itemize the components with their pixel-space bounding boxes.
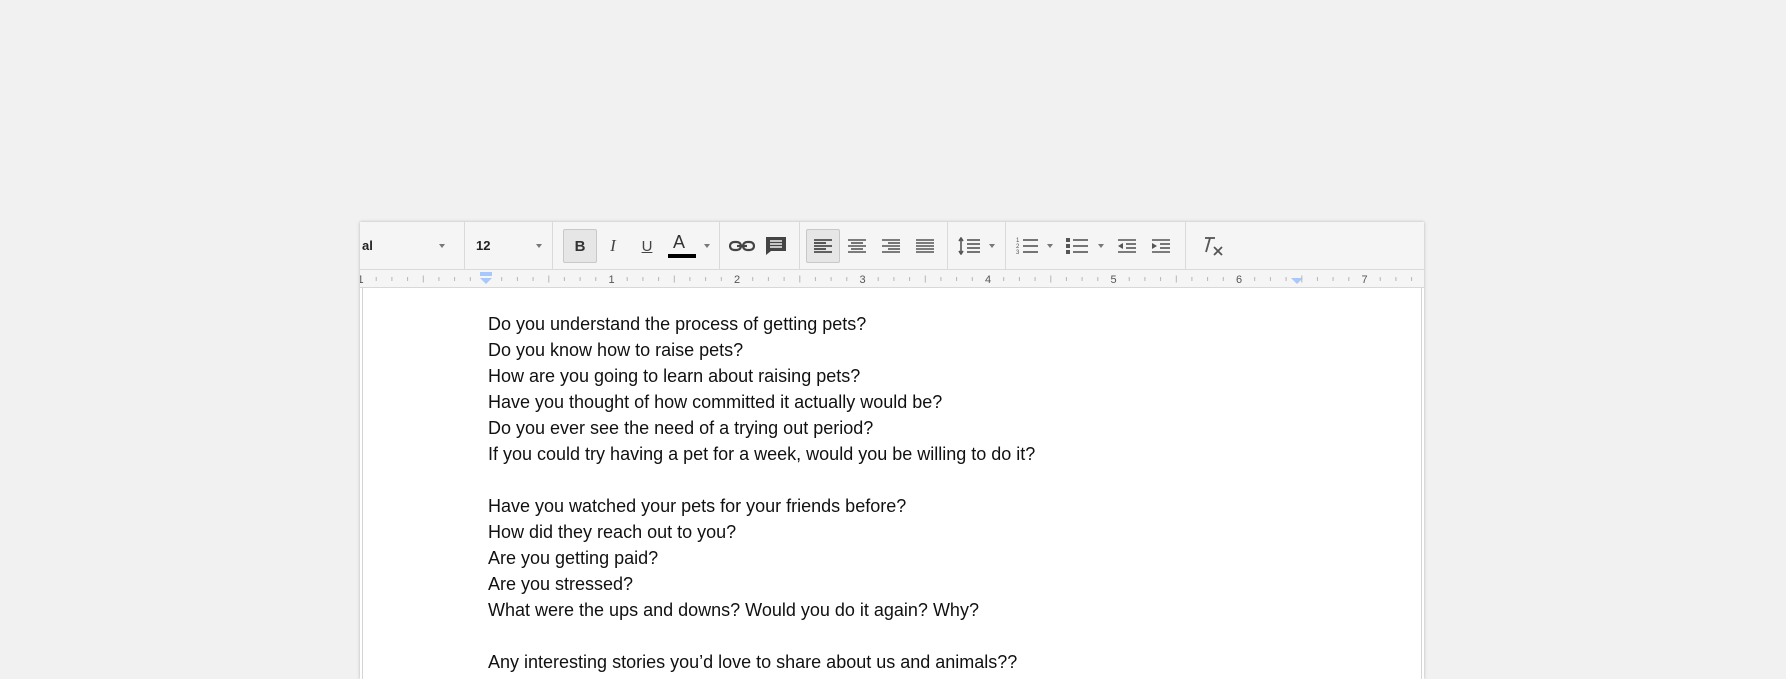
- decrease-indent-button[interactable]: [1110, 229, 1144, 263]
- bulleted-list-button[interactable]: [1060, 229, 1104, 263]
- chevron-down-icon: [704, 244, 710, 248]
- align-left-icon: [814, 239, 832, 253]
- toolbar-separator: [719, 222, 720, 270]
- right-indent-marker[interactable]: [1291, 278, 1303, 284]
- clear-formatting-button[interactable]: [1196, 229, 1230, 263]
- italic-icon: I: [610, 236, 616, 255]
- align-right-button[interactable]: [874, 229, 908, 263]
- document-line[interactable]: Do you know how to raise pets?: [488, 339, 743, 361]
- align-left-button[interactable]: [806, 229, 840, 263]
- toolbar-separator: [1185, 222, 1186, 270]
- link-icon: [729, 240, 755, 252]
- text-color-icon: A: [673, 232, 686, 252]
- text-color-swatch: [668, 254, 696, 258]
- bold-button[interactable]: B: [563, 229, 597, 263]
- ruler-number: 5: [1111, 274, 1117, 286]
- document-line[interactable]: Do you understand the process of getting…: [488, 313, 866, 335]
- document-line[interactable]: How are you going to learn about raising…: [488, 365, 860, 387]
- document-line[interactable]: If you could try having a pet for a week…: [488, 443, 1035, 465]
- bulleted-list-icon: [1066, 238, 1088, 254]
- insert-comment-button[interactable]: [759, 229, 793, 263]
- ruler-number: 4: [985, 274, 991, 286]
- line-spacing-icon: [958, 237, 980, 255]
- insert-link-button[interactable]: [725, 229, 759, 263]
- document-editor: al 12 B I U A 1 2 3 1 1 2 3 4 5 6 7 Do y…: [360, 222, 1424, 679]
- font-name: al: [362, 238, 373, 253]
- clear-formatting-icon: [1205, 237, 1223, 256]
- numbered-list-icon: 123: [1016, 238, 1038, 255]
- document-line[interactable]: Are you stressed?: [488, 573, 633, 595]
- ruler-number: 7: [1362, 274, 1368, 286]
- toolbar-separator: [947, 222, 948, 270]
- decrease-indent-icon: [1118, 239, 1136, 253]
- toolbar-separator: [552, 222, 553, 270]
- bold-icon: B: [574, 237, 586, 255]
- chevron-down-icon: [1047, 244, 1053, 248]
- ruler-number: 1: [360, 274, 364, 286]
- document-line[interactable]: What were the ups and downs? Would you d…: [488, 599, 979, 621]
- document-page[interactable]: Do you understand the process of getting…: [362, 288, 1422, 679]
- ruler-number: 2: [734, 274, 740, 286]
- toolbar-separator: [1005, 222, 1006, 270]
- align-center-icon: [848, 239, 866, 253]
- chevron-down-icon: [1098, 244, 1104, 248]
- document-line[interactable]: Have you watched your pets for your frie…: [488, 495, 906, 517]
- justify-icon: [916, 239, 934, 253]
- document-line[interactable]: Any interesting stories you’d love to sh…: [488, 651, 1017, 673]
- chevron-down-icon: [536, 244, 542, 248]
- font-size: 12: [476, 238, 491, 253]
- underline-button[interactable]: U: [630, 229, 664, 263]
- ruler[interactable]: 1 1 2 3 4 5 6 7: [360, 270, 1424, 288]
- align-center-button[interactable]: [840, 229, 874, 263]
- document-line[interactable]: Have you thought of how committed it act…: [488, 391, 942, 413]
- formatting-toolbar: al 12 B I U A 1 2 3: [360, 222, 1424, 270]
- justify-button[interactable]: [908, 229, 942, 263]
- ruler-number: 6: [1236, 274, 1242, 286]
- numbered-list-button[interactable]: 123: [1012, 229, 1056, 263]
- document-line[interactable]: Do you ever see the need of a trying out…: [488, 417, 873, 439]
- increase-indent-button[interactable]: [1144, 229, 1178, 263]
- chevron-down-icon: [989, 244, 995, 248]
- font-size-dropdown[interactable]: 12: [465, 222, 552, 270]
- left-indent-marker[interactable]: [480, 272, 492, 284]
- align-right-icon: [882, 239, 900, 253]
- italic-button[interactable]: I: [596, 229, 630, 263]
- ruler-scale: 1 1 2 3 4 5 6 7: [360, 272, 1413, 286]
- svg-text:3: 3: [1016, 250, 1020, 255]
- underline-icon: U: [641, 237, 653, 255]
- ruler-number: 1: [609, 274, 615, 286]
- line-spacing-button[interactable]: [954, 229, 998, 263]
- comment-icon: [766, 237, 786, 255]
- increase-indent-icon: [1152, 239, 1170, 253]
- document-line[interactable]: Are you getting paid?: [488, 547, 658, 569]
- text-color-button[interactable]: A: [664, 229, 712, 263]
- toolbar-separator: [799, 222, 800, 270]
- ruler-number: 3: [860, 274, 866, 286]
- font-dropdown[interactable]: al: [360, 222, 464, 270]
- chevron-down-icon: [439, 244, 445, 248]
- document-line[interactable]: How did they reach out to you?: [488, 521, 736, 543]
